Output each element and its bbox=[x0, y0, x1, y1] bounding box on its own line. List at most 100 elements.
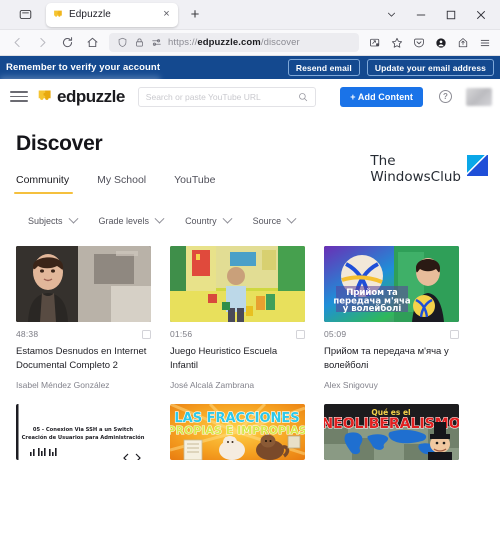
share-icon[interactable] bbox=[452, 32, 473, 53]
chevron-down-icon bbox=[286, 213, 297, 224]
video-thumbnail[interactable]: Qué es el NEOLIBERALISMO bbox=[324, 403, 459, 460]
banner-message: Remember to verify your account bbox=[6, 62, 161, 73]
video-select-checkbox[interactable] bbox=[142, 329, 151, 339]
discover-tabs: Community My School YouTube bbox=[13, 174, 484, 195]
video-meta: 48:38 bbox=[16, 329, 151, 339]
add-content-button[interactable]: + Add Content bbox=[340, 86, 423, 107]
search-placeholder: Search or paste YouTube URL bbox=[145, 91, 261, 102]
video-author: Isabel Méndez González bbox=[16, 379, 110, 390]
page-title: Discover bbox=[16, 132, 103, 155]
tracking-protection-icon[interactable] bbox=[151, 37, 162, 48]
home-icon[interactable] bbox=[80, 32, 104, 54]
svg-text:у волейболі: у волейболі bbox=[343, 303, 402, 314]
url-host: edpuzzle.com bbox=[197, 37, 261, 48]
brand-name: edpuzzle bbox=[57, 86, 125, 106]
pocket-icon[interactable] bbox=[408, 32, 429, 53]
video-select-checkbox[interactable] bbox=[296, 329, 305, 339]
video-duration: 48:38 bbox=[16, 329, 39, 339]
video-thumbnail[interactable] bbox=[16, 246, 151, 322]
video-card[interactable]: LAS FRACCIONES PROPIAS E IMPROPIAS bbox=[170, 403, 305, 460]
forward-icon[interactable] bbox=[30, 32, 54, 54]
browser-window: Edpuzzle × + https://edpuzzle.com/discov… bbox=[0, 0, 500, 537]
video-duration: 05:09 bbox=[324, 329, 347, 339]
filter-grade-levels-label: Grade levels bbox=[98, 216, 150, 226]
video-meta: 05:09 bbox=[324, 329, 459, 339]
tab-community[interactable]: Community bbox=[13, 174, 74, 195]
new-tab-button[interactable]: + bbox=[187, 7, 203, 22]
back-icon[interactable] bbox=[5, 32, 29, 54]
chevron-down-icon bbox=[222, 213, 233, 224]
app-menu-icon[interactable] bbox=[474, 32, 495, 53]
discover-page: Discover The WindowsClub Community My Sc… bbox=[0, 114, 500, 537]
url-text: https://edpuzzle.com/discover bbox=[168, 37, 300, 48]
svg-text:05 - Conexion Via SSH a un Swi: 05 - Conexion Via SSH a un Switch bbox=[33, 427, 134, 433]
tab-close-icon[interactable]: × bbox=[160, 9, 173, 20]
tab-strip: Edpuzzle × + bbox=[0, 0, 500, 30]
update-email-address-button[interactable]: Update your email address bbox=[366, 59, 494, 76]
tab-list-chevron-icon[interactable] bbox=[376, 0, 406, 30]
filter-grade-levels[interactable]: Grade levels bbox=[98, 213, 165, 226]
filter-row: Subjects Grade levels Country Source bbox=[16, 213, 484, 226]
resend-email-button[interactable]: Resend email bbox=[287, 59, 360, 76]
video-author: Alex Snigovuy bbox=[324, 379, 378, 390]
video-thumbnail[interactable]: LAS FRACCIONES PROPIAS E IMPROPIAS bbox=[170, 403, 305, 460]
video-card[interactable]: Прийом та передача м'яча у волейболі 05:… bbox=[324, 246, 459, 390]
svg-text:PROPIAS E IMPROPIAS: PROPIAS E IMPROPIAS bbox=[170, 424, 305, 437]
chevron-down-icon bbox=[154, 213, 165, 224]
app-header: edpuzzle Search or paste YouTube URL + A… bbox=[0, 79, 500, 114]
video-card[interactable]: 05 - Conexion Via SSH a un Switch Creaci… bbox=[16, 403, 151, 460]
edpuzzle-favicon-icon bbox=[53, 9, 64, 20]
video-thumbnail[interactable] bbox=[170, 246, 305, 322]
tab-my-school[interactable]: My School bbox=[97, 174, 146, 194]
filter-source[interactable]: Source bbox=[252, 213, 297, 226]
video-title[interactable]: Juego Heuristico Escuela Infantil bbox=[170, 345, 305, 374]
video-author: José Alcalá Zambrana bbox=[170, 379, 255, 390]
video-grid-row-1: 48:38 Estamos Desnudos en Internet Docum… bbox=[16, 246, 484, 390]
shield-icon[interactable] bbox=[117, 37, 128, 48]
edpuzzle-logo[interactable]: edpuzzle bbox=[37, 87, 125, 107]
browser-tab-edpuzzle[interactable]: Edpuzzle × bbox=[46, 2, 178, 27]
reload-icon[interactable] bbox=[55, 32, 79, 54]
url-scheme: https:// bbox=[168, 37, 198, 48]
save-to-device-icon[interactable] bbox=[364, 32, 385, 53]
address-bar[interactable]: https://edpuzzle.com/discover bbox=[109, 33, 359, 52]
puzzle-piece-icon bbox=[37, 88, 54, 105]
video-title[interactable]: Прийом та передача м'яча у волейболі bbox=[324, 345, 459, 374]
browser-tools bbox=[364, 32, 495, 53]
filter-subjects-label: Subjects bbox=[28, 216, 63, 226]
tab-title: Edpuzzle bbox=[69, 9, 111, 20]
video-card[interactable]: 48:38 Estamos Desnudos en Internet Docum… bbox=[16, 246, 151, 390]
navigation-toolbar: https://edpuzzle.com/discover bbox=[0, 30, 500, 56]
account-circle-icon[interactable] bbox=[430, 32, 451, 53]
avatar[interactable] bbox=[466, 87, 492, 106]
video-grid-row-2: 05 - Conexion Via SSH a un Switch Creaci… bbox=[16, 403, 484, 460]
video-select-checkbox[interactable] bbox=[450, 329, 459, 339]
window-minimize-button[interactable] bbox=[406, 0, 436, 30]
lock-icon[interactable] bbox=[134, 37, 145, 48]
video-thumbnail[interactable]: Прийом та передача м'яча у волейболі bbox=[324, 246, 459, 322]
filter-subjects[interactable]: Subjects bbox=[28, 213, 78, 226]
video-card[interactable]: 01:56 Juego Heuristico Escuela Infantil … bbox=[170, 246, 305, 390]
banner-actions: Resend email Update your email address bbox=[287, 59, 494, 76]
video-card[interactable]: Qué es el NEOLIBERALISMO bbox=[324, 403, 459, 460]
bookmark-star-icon[interactable] bbox=[386, 32, 407, 53]
filter-source-label: Source bbox=[252, 216, 282, 226]
window-controls bbox=[376, 0, 496, 30]
hamburger-menu-icon[interactable] bbox=[10, 91, 28, 102]
svg-text:Creación de Usuarios para Admi: Creación de Usuarios para Administración bbox=[22, 434, 145, 441]
filter-country[interactable]: Country bbox=[185, 213, 233, 226]
video-thumbnail[interactable]: 05 - Conexion Via SSH a un Switch Creaci… bbox=[16, 403, 151, 460]
video-title[interactable]: Estamos Desnudos en Internet Documental … bbox=[16, 345, 151, 374]
search-icon[interactable] bbox=[298, 92, 308, 102]
help-icon[interactable]: ? bbox=[439, 90, 452, 103]
verify-account-banner: Remember to verify your account Resend e… bbox=[0, 56, 500, 93]
url-path: /discover bbox=[260, 37, 300, 48]
filter-country-label: Country bbox=[185, 216, 217, 226]
search-input[interactable]: Search or paste YouTube URL bbox=[137, 86, 316, 107]
window-close-button[interactable] bbox=[466, 0, 496, 30]
list-all-tabs-icon[interactable] bbox=[12, 4, 38, 26]
tab-youtube[interactable]: YouTube bbox=[174, 174, 215, 194]
windowsclub-logo-icon bbox=[467, 155, 488, 176]
chevron-down-icon bbox=[68, 213, 78, 224]
window-maximize-button[interactable] bbox=[436, 0, 466, 30]
